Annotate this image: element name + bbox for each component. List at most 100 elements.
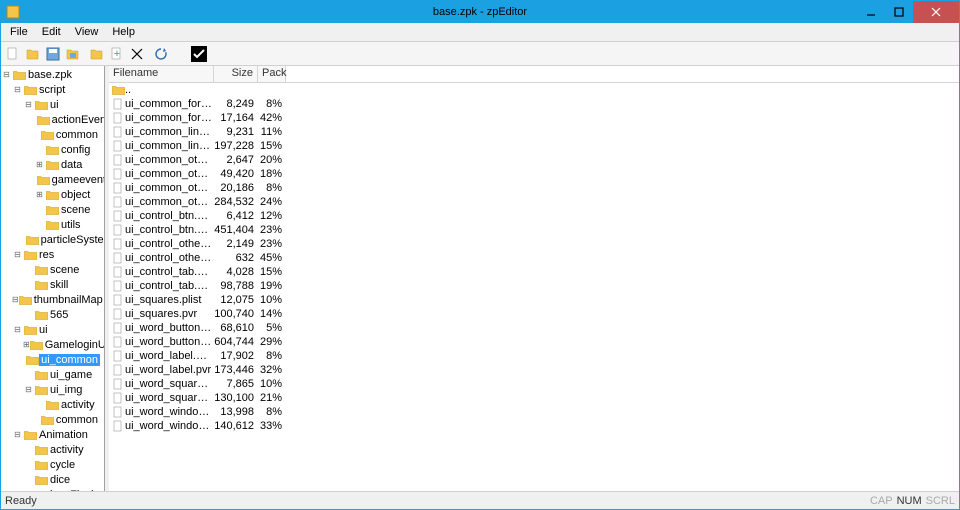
new-file-icon[interactable] [3,44,23,64]
tree-item[interactable]: ·skill [1,277,104,292]
menu-file[interactable]: File [3,24,35,40]
file-row[interactable]: ui_common_line.plist9,23111% [109,125,959,139]
check-icon[interactable] [191,46,207,62]
list-header: Filename Size Pack [109,66,959,83]
file-row[interactable]: ui_common_forgingvi...8,2498% [109,97,959,111]
file-row[interactable]: ui_squares.plist12,07510% [109,293,959,307]
save-icon[interactable] [43,44,63,64]
tree-item[interactable]: ·common [1,412,104,427]
statusbar: Ready CAP NUM SCRL [1,491,959,509]
expand-icon[interactable]: ⊞ [34,161,45,169]
folder-icon [34,265,48,275]
file-row[interactable]: ui_control_btn.plist6,41212% [109,209,959,223]
tree-item[interactable]: ⊟script [1,82,104,97]
tree-item[interactable]: ·activity [1,397,104,412]
add-file-icon[interactable]: + [107,44,127,64]
tree-item[interactable]: ·config [1,142,104,157]
up-dir-row[interactable]: .. [109,83,959,97]
tree-item[interactable]: ⊟res [1,247,104,262]
folder-icon [45,190,59,200]
menu-view[interactable]: View [68,24,106,40]
file-row[interactable]: ui_word_label.pvr173,44632% [109,363,959,377]
tree-item[interactable]: ·particleSystem [1,232,104,247]
tree-item[interactable]: ·cycle [1,457,104,472]
file-icon [109,378,125,390]
tree-item[interactable]: ⊟ui [1,322,104,337]
collapse-icon[interactable]: ⊟ [12,326,23,334]
expand-icon[interactable]: ⊞ [23,341,30,349]
add-folder-icon[interactable] [87,44,107,64]
tree-item[interactable]: ⊟ui_img [1,382,104,397]
tree-item[interactable]: ⊟Animation [1,427,104,442]
col-filename[interactable]: Filename [109,66,214,82]
tree-item[interactable]: ⊟ui [1,97,104,112]
collapse-icon[interactable]: ⊟ [12,86,23,94]
tree-item[interactable]: ·gameevent [1,172,104,187]
tree-item[interactable]: ·ui_game [1,367,104,382]
col-size[interactable]: Size [214,66,258,82]
tree-item[interactable]: ·dice [1,472,104,487]
collapse-icon[interactable]: ⊟ [1,71,12,79]
expand-icon[interactable]: ⊞ [34,191,45,199]
file-row[interactable]: ui_word_label.plist17,9028% [109,349,959,363]
window-title: base.zpk - zpEditor [433,6,527,18]
file-row[interactable]: ui_word_button.pvr604,74429% [109,335,959,349]
tree-item[interactable]: ⊞GameloginUi [1,337,104,352]
file-row[interactable]: ui_word_button.plist68,6105% [109,321,959,335]
file-row[interactable]: ui_control_tab.pvr98,78819% [109,279,959,293]
collapse-icon[interactable]: ⊟ [12,296,19,304]
tree-item[interactable]: ⊞object [1,187,104,202]
menubar: File Edit View Help [1,23,959,42]
file-row[interactable]: ui_word_window.plist13,9988% [109,405,959,419]
open-folder-icon[interactable] [23,44,43,64]
tree-item-label: actionEvent [50,114,105,126]
tree-item-label: utils [59,219,83,231]
close-button[interactable] [913,1,959,23]
tree-item[interactable]: ·scene [1,202,104,217]
file-row[interactable]: ui_common_other444...284,53224% [109,195,959,209]
file-row[interactable]: ui_control_btn.pvr451,40423% [109,223,959,237]
collapse-icon[interactable]: ⊟ [12,251,23,259]
tree-item[interactable]: ·common [1,127,104,142]
file-row[interactable]: ui_word_square.pvr130,10021% [109,391,959,405]
minimize-button[interactable] [857,1,885,23]
menu-edit[interactable]: Edit [35,24,68,40]
file-list[interactable]: Filename Size Pack ..ui_common_forgingvi… [109,66,959,491]
save-folder-icon[interactable] [63,44,83,64]
tree-item[interactable]: ·activity [1,442,104,457]
collapse-icon[interactable]: ⊟ [23,386,34,394]
menu-help[interactable]: Help [105,24,142,40]
file-row[interactable]: ui_common_other444...20,1868% [109,181,959,195]
tree-item[interactable]: ·utils [1,217,104,232]
file-row[interactable]: ui_common_other.plist2,64720% [109,153,959,167]
file-row[interactable]: ui_control_other.plist2,14923% [109,237,959,251]
tree-item[interactable]: ·ui_common [1,352,104,367]
filesize: 12,075 [214,294,258,306]
file-row[interactable]: ui_control_other.pvr63245% [109,251,959,265]
filesize: 6,412 [214,210,258,222]
titlebar[interactable]: base.zpk - zpEditor [1,1,959,23]
tree-item[interactable]: ·scene [1,262,104,277]
filename: ui_control_btn.plist [125,210,214,222]
refresh-icon[interactable] [151,44,171,64]
file-row[interactable]: ui_word_window.pvr140,61233% [109,419,959,433]
tree-item[interactable]: ⊟base.zpk [1,67,104,82]
pack-pct: 45% [258,252,286,264]
tree-item[interactable]: ⊞data [1,157,104,172]
tree-item[interactable]: ·565 [1,307,104,322]
tree-item[interactable]: ·actionEvent [1,112,104,127]
file-row[interactable]: ui_word_square.plist7,86510% [109,377,959,391]
maximize-button[interactable] [885,1,913,23]
file-row[interactable]: ui_common_line.pvr197,22815% [109,139,959,153]
filesize: 20,186 [214,182,258,194]
folder-tree[interactable]: ⊟base.zpk⊟script⊟ui·actionEvent·common·c… [1,66,105,491]
file-row[interactable]: ui_control_tab.plist4,02815% [109,265,959,279]
tree-item[interactable]: ⊟thumbnailMap [1,292,104,307]
file-row[interactable]: ui_squares.pvr100,74014% [109,307,959,321]
col-pack[interactable]: Pack [258,66,286,82]
file-row[interactable]: ui_common_other.pvr49,42018% [109,167,959,181]
delete-icon[interactable] [127,44,147,64]
collapse-icon[interactable]: ⊟ [12,431,23,439]
collapse-icon[interactable]: ⊟ [23,101,34,109]
file-row[interactable]: ui_common_forgingvi...17,16442% [109,111,959,125]
